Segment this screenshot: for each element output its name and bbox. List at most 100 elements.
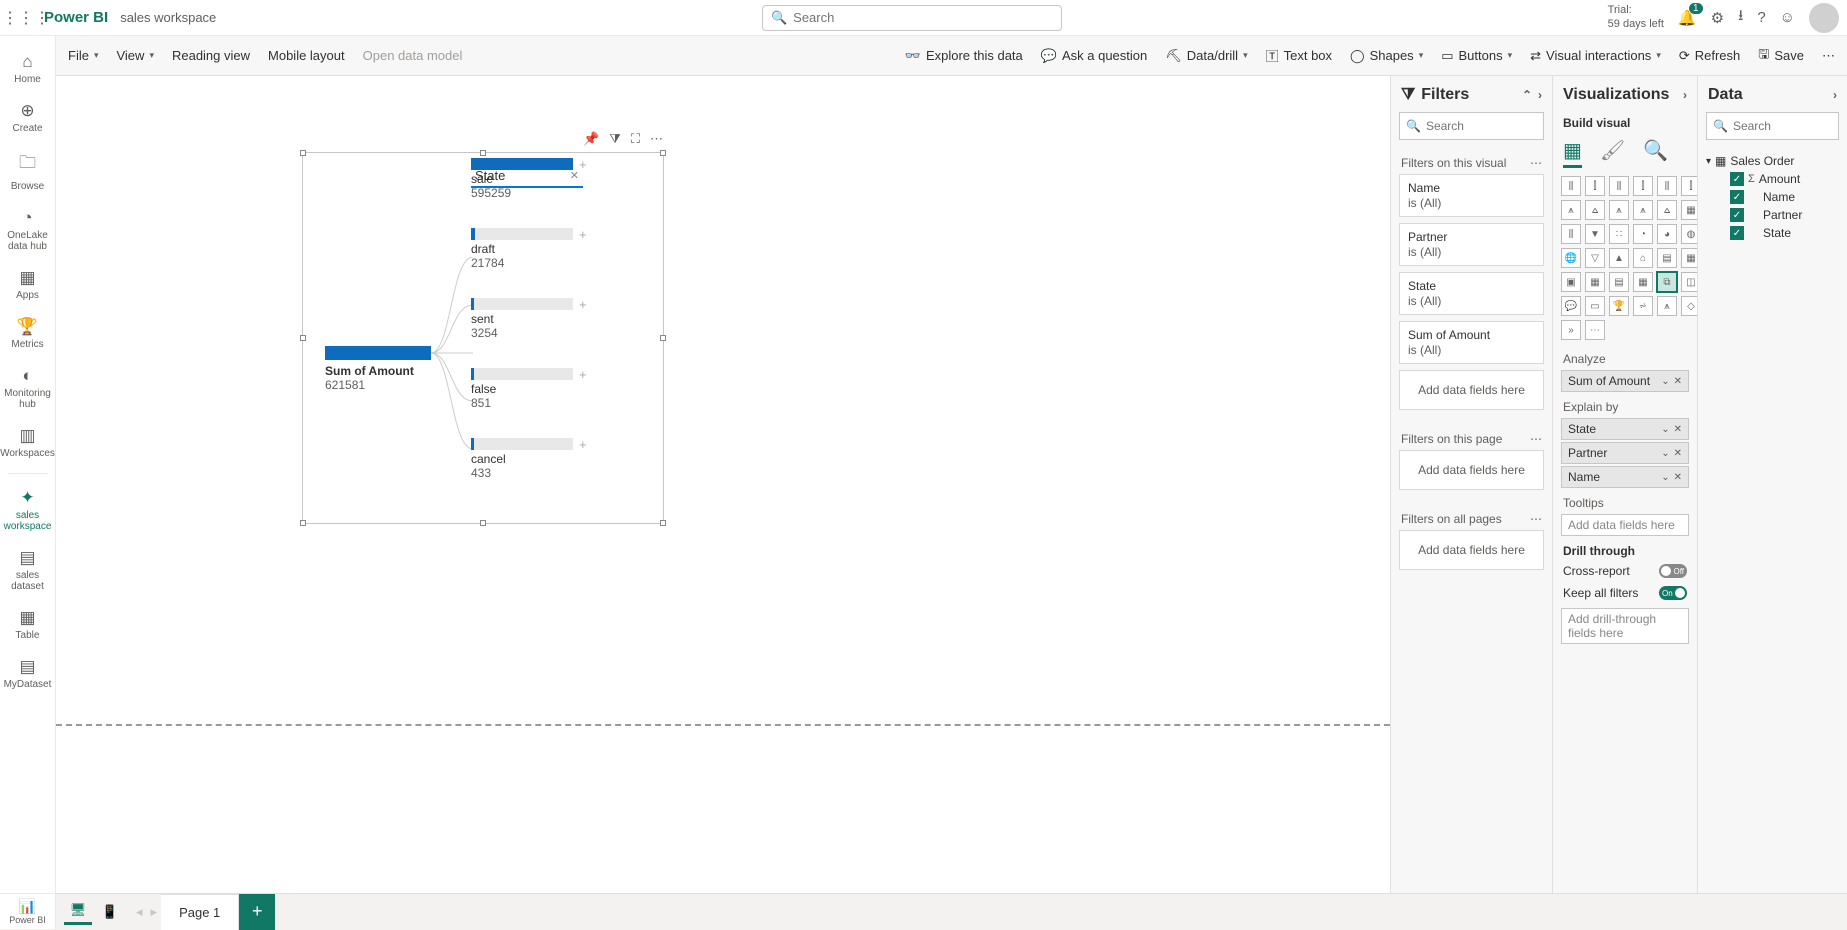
tb-more[interactable]: ⋯: [1822, 48, 1835, 64]
resize-handle[interactable]: [660, 335, 666, 341]
nav-onelake[interactable]: ◔OneLake data hub: [0, 202, 55, 258]
expand-icon[interactable]: ›: [1538, 88, 1542, 102]
pin-icon[interactable]: 📌: [583, 131, 599, 147]
resize-handle[interactable]: [480, 150, 486, 156]
visual-type-icon[interactable]: ⫿: [1633, 176, 1653, 196]
settings-icon[interactable]: ⚙: [1711, 9, 1724, 27]
chevron-down-icon[interactable]: ⌄: [1661, 448, 1669, 459]
report-canvas[interactable]: 📌 ⧩ ⛶ ⋯ State ✕: [56, 76, 1390, 893]
visual-type-icon[interactable]: ⩫: [1633, 296, 1653, 316]
tree-node[interactable]: +cancel433: [471, 438, 573, 480]
field-checkbox[interactable]: ✓: [1730, 190, 1744, 204]
more-icon[interactable]: ⋯: [1530, 512, 1542, 526]
global-search[interactable]: 🔍: [762, 5, 1062, 31]
field-row[interactable]: ✓ΣAmount: [1730, 170, 1839, 188]
close-icon[interactable]: ✕: [1674, 376, 1682, 387]
visual-type-icon[interactable]: ▦: [1585, 272, 1605, 292]
resize-handle[interactable]: [300, 335, 306, 341]
tb-textbox[interactable]: 🅃Text box: [1266, 46, 1332, 65]
nav-home[interactable]: ⌂Home: [0, 46, 55, 91]
close-icon[interactable]: ✕: [1674, 472, 1682, 483]
more-icon[interactable]: ⋯: [1530, 156, 1542, 170]
visual-type-icon[interactable]: ⩟: [1585, 200, 1605, 220]
close-icon[interactable]: ✕: [1674, 424, 1682, 435]
expand-node-icon[interactable]: +: [579, 227, 587, 242]
visual-type-icon[interactable]: 🌐: [1561, 248, 1581, 268]
visual-type-icon[interactable]: ⌂: [1633, 248, 1653, 268]
nav-apps[interactable]: ▦Apps: [0, 262, 55, 307]
visual-type-icon[interactable]: ⩚: [1609, 200, 1629, 220]
field-row[interactable]: ✓Name: [1730, 188, 1839, 206]
expand-node-icon[interactable]: +: [579, 367, 587, 382]
field-checkbox[interactable]: ✓: [1730, 208, 1744, 222]
visual-type-icon[interactable]: ◔: [1633, 224, 1653, 244]
powerbi-footer[interactable]: 📊 Power BI: [0, 893, 56, 929]
tb-save[interactable]: 🖫Save: [1758, 45, 1804, 67]
expand-node-icon[interactable]: +: [579, 157, 587, 172]
tree-node[interactable]: +sent3254: [471, 298, 573, 340]
visual-type-icon[interactable]: ▭: [1585, 296, 1605, 316]
tree-root[interactable]: Sum of Amount 621581: [325, 346, 465, 392]
format-tab[interactable]: 🖌: [1600, 138, 1625, 168]
expand-icon[interactable]: ›: [1833, 88, 1837, 102]
avatar[interactable]: [1809, 3, 1839, 33]
visual-type-icon[interactable]: ▼: [1585, 224, 1605, 244]
filter-card[interactable]: Stateis (All): [1399, 272, 1544, 315]
expand-icon[interactable]: ›: [1683, 88, 1687, 102]
filter-card[interactable]: Partneris (All): [1399, 223, 1544, 266]
explain-field[interactable]: Name⌄✕: [1561, 466, 1689, 488]
visual-type-icon[interactable]: ⫼: [1561, 176, 1581, 196]
analyze-field[interactable]: Sum of Amount⌄✕: [1561, 370, 1689, 392]
visual-type-icon[interactable]: ⩚: [1633, 200, 1653, 220]
workspace-name[interactable]: sales workspace: [120, 10, 216, 25]
more-icon[interactable]: ⋯: [650, 131, 663, 147]
tb-refresh[interactable]: ⟳Refresh: [1679, 48, 1740, 64]
add-page-button[interactable]: +: [239, 894, 275, 930]
nav-sales-dataset[interactable]: ▤sales dataset: [0, 542, 55, 598]
nav-create[interactable]: ⊕Create: [0, 95, 55, 140]
tb-mobile-layout[interactable]: Mobile layout: [268, 48, 345, 63]
tb-explore[interactable]: 👓Explore this data: [905, 48, 1023, 64]
tb-view[interactable]: View▾: [116, 48, 153, 63]
resize-handle[interactable]: [300, 150, 306, 156]
more-icon[interactable]: ⋯: [1530, 432, 1542, 446]
data-search-input[interactable]: [1733, 119, 1847, 133]
nav-table[interactable]: ▦Table: [0, 602, 55, 647]
filter-card[interactable]: Sum of Amountis (All): [1399, 321, 1544, 364]
tree-node[interactable]: +draft21784: [471, 228, 573, 270]
nav-metrics[interactable]: 🏆Metrics: [0, 311, 55, 356]
visual-type-icon[interactable]: ▣: [1561, 272, 1581, 292]
nav-browse[interactable]: 🗀Browse: [0, 144, 55, 198]
nav-workspaces[interactable]: ▥Workspaces: [0, 420, 55, 465]
tree-node[interactable]: +sale595259: [471, 158, 573, 200]
field-checkbox[interactable]: ✓: [1730, 226, 1744, 240]
expand-node-icon[interactable]: +: [579, 437, 587, 452]
download-icon[interactable]: ⭳: [1738, 5, 1743, 30]
collapse-icon[interactable]: ⌃: [1522, 88, 1532, 102]
table-node[interactable]: ▾ ▦ Sales Order: [1706, 152, 1839, 170]
visual-type-icon[interactable]: ⩚: [1561, 200, 1581, 220]
field-checkbox[interactable]: ✓: [1730, 172, 1744, 186]
close-icon[interactable]: ✕: [1674, 448, 1682, 459]
visual-type-icon[interactable]: ⧉: [1657, 272, 1677, 292]
visual-type-icon[interactable]: ▲: [1609, 248, 1629, 268]
resize-handle[interactable]: [480, 520, 486, 526]
resize-handle[interactable]: [660, 150, 666, 156]
visual-type-icon[interactable]: ▤: [1609, 272, 1629, 292]
tb-buttons[interactable]: ▭Buttons▾: [1441, 48, 1512, 64]
resize-handle[interactable]: [660, 520, 666, 526]
visual-type-icon[interactable]: ⩚: [1657, 296, 1677, 316]
app-launcher-icon[interactable]: ⋮⋮⋮: [8, 8, 44, 28]
focus-icon[interactable]: ⛶: [631, 131, 640, 147]
field-row[interactable]: ✓Partner: [1730, 206, 1839, 224]
drillthrough-well[interactable]: Add drill-through fields here: [1561, 608, 1689, 644]
filters-search[interactable]: 🔍: [1399, 112, 1544, 140]
visual-type-icon[interactable]: 🏆: [1609, 296, 1629, 316]
data-search[interactable]: 🔍: [1706, 112, 1839, 140]
notifications-icon[interactable]: 🔔1: [1678, 9, 1697, 27]
cross-report-toggle[interactable]: Off: [1659, 564, 1687, 578]
tooltips-well[interactable]: Add data fields here: [1561, 514, 1689, 536]
visual-type-icon[interactable]: ◕: [1657, 224, 1677, 244]
nav-monitor[interactable]: ◐Monitoring hub: [0, 360, 55, 416]
build-tab[interactable]: ▦: [1563, 138, 1582, 168]
